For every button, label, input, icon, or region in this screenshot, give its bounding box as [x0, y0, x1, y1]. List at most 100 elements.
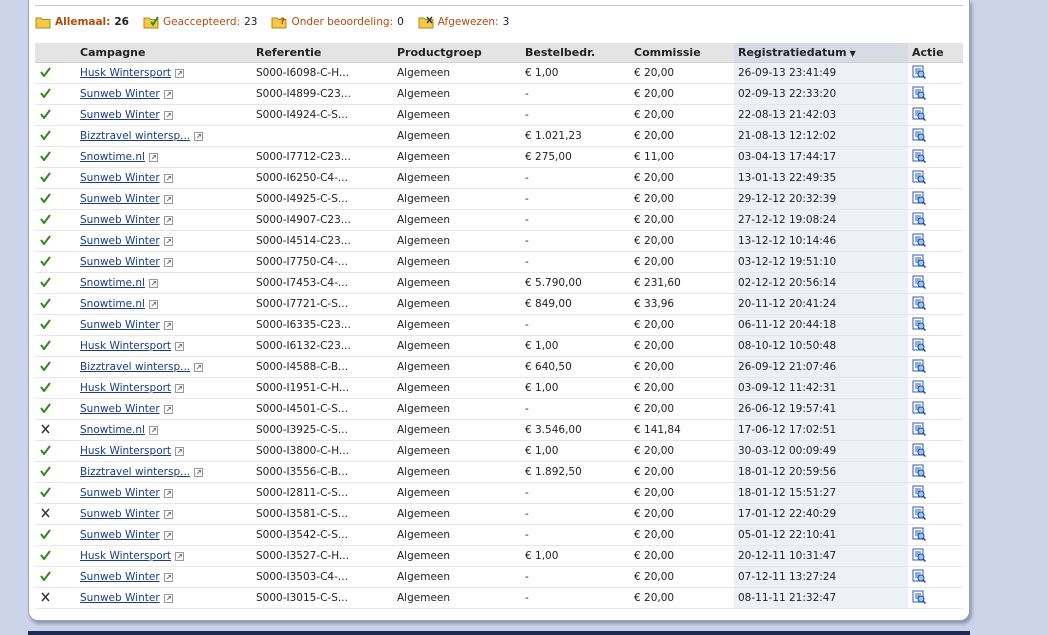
- campaign-link[interactable]: Sunweb Winter: [80, 487, 160, 499]
- external-link-icon[interactable]: [175, 447, 185, 456]
- column-header-campagne[interactable]: Campagne: [76, 43, 252, 63]
- campaign-link[interactable]: Snowtime.nl: [80, 277, 145, 289]
- external-link-icon[interactable]: [175, 384, 185, 393]
- external-link-icon[interactable]: [175, 552, 185, 561]
- view-details-icon[interactable]: [912, 296, 927, 310]
- column-header-registratiedatum[interactable]: Registratiedatum ▼: [734, 43, 908, 63]
- view-details-icon[interactable]: [912, 548, 927, 562]
- campaign-link[interactable]: Snowtime.nl: [80, 424, 145, 436]
- order-amount-cell: -: [521, 251, 630, 273]
- external-link-icon[interactable]: [148, 153, 158, 162]
- external-link-icon[interactable]: [175, 342, 185, 351]
- reference-cell: S000-I3527-C-H...: [252, 545, 393, 567]
- view-details-icon[interactable]: [912, 464, 927, 478]
- filter-rejected[interactable]: Afgewezen: 3: [418, 15, 509, 29]
- external-link-icon[interactable]: [163, 174, 173, 183]
- view-details-icon[interactable]: [912, 506, 927, 520]
- campaign-link[interactable]: Husk Wintersport: [80, 550, 171, 562]
- campaign-link[interactable]: Husk Wintersport: [80, 382, 171, 394]
- column-header-productgroep[interactable]: Productgroep: [393, 43, 521, 63]
- view-details-icon[interactable]: [912, 590, 927, 604]
- campaign-link[interactable]: Sunweb Winter: [80, 88, 160, 100]
- view-details-icon[interactable]: [912, 527, 927, 541]
- external-link-icon[interactable]: [163, 258, 173, 267]
- view-details-icon[interactable]: [912, 212, 927, 226]
- external-link-icon[interactable]: [148, 300, 158, 309]
- external-link-icon[interactable]: [175, 69, 185, 78]
- external-link-icon[interactable]: [163, 195, 173, 204]
- column-header-referentie[interactable]: Referentie: [252, 43, 393, 63]
- column-header-commissie[interactable]: Commissie: [630, 43, 734, 63]
- action-cell: [908, 62, 963, 84]
- campaign-link[interactable]: Sunweb Winter: [80, 571, 160, 583]
- view-details-icon[interactable]: [912, 149, 927, 163]
- external-link-icon[interactable]: [163, 90, 173, 99]
- view-details-icon[interactable]: [912, 275, 927, 289]
- column-header-bestelbedr[interactable]: Bestelbedr.: [521, 43, 630, 63]
- view-details-icon[interactable]: [912, 569, 927, 583]
- view-details-icon[interactable]: [912, 254, 927, 268]
- campaign-link[interactable]: Sunweb Winter: [80, 235, 160, 247]
- filter-all[interactable]: Allemaal: 26: [35, 15, 129, 29]
- campaign-link[interactable]: Sunweb Winter: [80, 319, 160, 331]
- view-details-icon[interactable]: [912, 338, 927, 352]
- view-details-icon[interactable]: [912, 317, 927, 331]
- column-header-label: Productgroep: [397, 46, 482, 59]
- commission-cell: € 20,00: [630, 62, 734, 84]
- reference-cell: S000-I7712-C23...: [252, 146, 393, 168]
- external-link-icon[interactable]: [194, 468, 204, 477]
- campaign-link[interactable]: Sunweb Winter: [80, 193, 160, 205]
- campaign-link[interactable]: Sunweb Winter: [80, 508, 160, 520]
- external-link-icon[interactable]: [163, 321, 173, 330]
- external-link-icon[interactable]: [194, 132, 204, 141]
- campaign-link[interactable]: Husk Wintersport: [80, 340, 171, 352]
- campaign-link[interactable]: Sunweb Winter: [80, 214, 160, 226]
- campaign-link[interactable]: Sunweb Winter: [80, 403, 160, 415]
- external-link-icon[interactable]: [163, 594, 173, 603]
- view-details-icon[interactable]: [912, 401, 927, 415]
- registration-date-cell: 18-01-12 15:51:27: [734, 482, 908, 504]
- external-link-icon[interactable]: [163, 510, 173, 519]
- campaign-link[interactable]: Bizztravel wintersp...: [80, 130, 190, 142]
- campaign-link[interactable]: Sunweb Winter: [80, 529, 160, 541]
- external-link-icon[interactable]: [163, 573, 173, 582]
- view-details-icon[interactable]: [912, 422, 927, 436]
- external-link-icon[interactable]: [163, 237, 173, 246]
- view-details-icon[interactable]: [912, 170, 927, 184]
- view-details-icon[interactable]: [912, 191, 927, 205]
- external-link-icon[interactable]: [163, 216, 173, 225]
- view-details-icon[interactable]: [912, 128, 927, 142]
- campaign-link[interactable]: Sunweb Winter: [80, 256, 160, 268]
- campaign-link[interactable]: Sunweb Winter: [80, 172, 160, 184]
- external-link-icon[interactable]: [163, 489, 173, 498]
- view-details-icon[interactable]: [912, 485, 927, 499]
- view-details-icon[interactable]: [912, 65, 927, 79]
- campaign-link[interactable]: Bizztravel wintersp...: [80, 361, 190, 373]
- view-details-icon[interactable]: [912, 233, 927, 247]
- external-link-icon[interactable]: [148, 426, 158, 435]
- campaign-link[interactable]: Snowtime.nl: [80, 298, 145, 310]
- external-link-icon[interactable]: [163, 111, 173, 120]
- view-details-icon[interactable]: [912, 380, 927, 394]
- filter-review[interactable]: ? Onder beoordeling: 0: [271, 15, 404, 29]
- view-details-icon[interactable]: [912, 359, 927, 373]
- external-link-icon[interactable]: [194, 363, 204, 372]
- campaign-link[interactable]: Husk Wintersport: [80, 67, 171, 79]
- campaign-cell: Husk Wintersport: [76, 545, 252, 567]
- registration-date-cell: 07-12-11 13:27:24: [734, 566, 908, 588]
- action-cell: [908, 125, 963, 147]
- campaign-link[interactable]: Snowtime.nl: [80, 151, 145, 163]
- external-link-icon[interactable]: [148, 279, 158, 288]
- view-details-icon[interactable]: [912, 86, 927, 100]
- campaign-link[interactable]: Sunweb Winter: [80, 592, 160, 604]
- external-link-icon[interactable]: [163, 531, 173, 540]
- campaign-link[interactable]: Husk Wintersport: [80, 445, 171, 457]
- campaign-link[interactable]: Sunweb Winter: [80, 109, 160, 121]
- view-details-icon[interactable]: [912, 107, 927, 121]
- view-details-icon[interactable]: [912, 443, 927, 457]
- external-link-icon[interactable]: [163, 405, 173, 414]
- commission-cell: € 20,00: [630, 314, 734, 336]
- filter-accepted[interactable]: Geaccepteerd: 23: [143, 15, 257, 29]
- campaign-link[interactable]: Bizztravel wintersp...: [80, 466, 190, 478]
- order-amount-cell: € 1,00: [521, 440, 630, 462]
